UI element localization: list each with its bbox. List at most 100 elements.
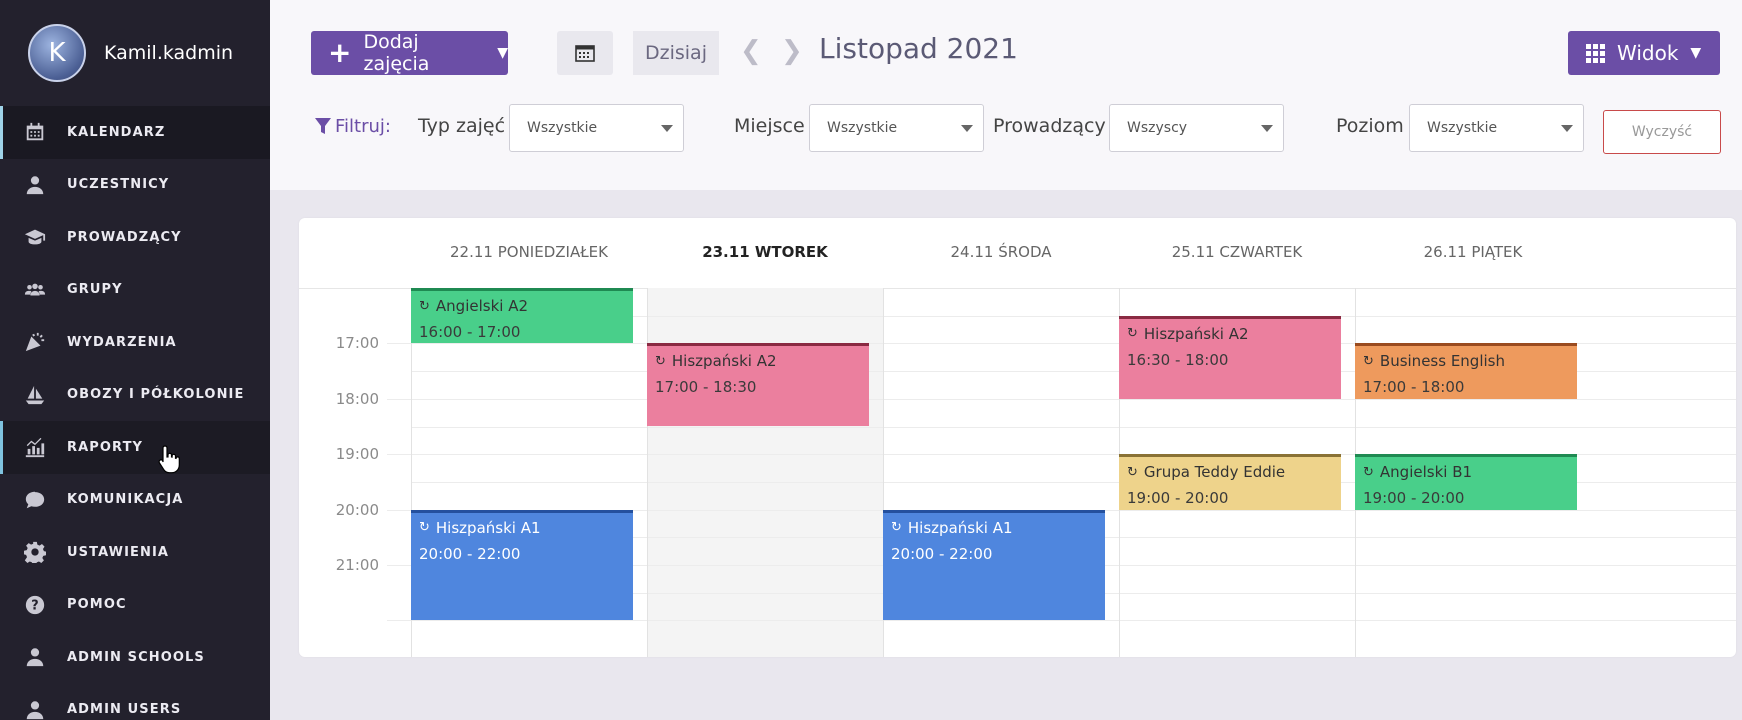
sidebar-item-ustawienia[interactable]: USTAWIENIA [0, 526, 270, 579]
event-time: 17:00 - 18:30 [655, 378, 757, 397]
sidebar-item-wydarzenia[interactable]: WYDARZENIA [0, 316, 270, 369]
user-profile[interactable]: K Kamil.kadmin [0, 0, 270, 106]
teacher-filter-value: Wszyscy [1127, 120, 1188, 136]
sidebar-item-label: RAPORTY [67, 439, 144, 455]
sidebar-item-label: WYDARZENIA [67, 334, 177, 350]
svg-text:?: ? [31, 598, 38, 613]
sidebar-item-kalendarz[interactable]: KALENDARZ [0, 106, 270, 159]
event-title: ↻ Hiszpański A1 [891, 519, 1097, 537]
event-block[interactable]: ↻ Business English 17:00 - 18:00 [1355, 343, 1577, 399]
event-block[interactable]: ↻ Hiszpański A1 20:00 - 22:00 [411, 509, 633, 621]
day-header: 24.11 ŚRODA [950, 243, 1052, 261]
day-header: 25.11 CZWARTEK [1171, 243, 1303, 261]
sidebar-item-label: OBOZY I PÓŁKOLONIE [67, 387, 245, 403]
sidebar-item-label: ADMIN USERS [67, 702, 182, 718]
sailboat-icon [24, 384, 46, 406]
event-title-text: Grupa Teddy Eddie [1143, 463, 1286, 482]
plus-icon: + [328, 36, 352, 69]
event-title: ↻ Business English [1363, 352, 1569, 370]
hour-label: 17:00 [335, 334, 379, 353]
grid-line [387, 398, 1736, 400]
sidebar-nav: KALENDARZ UCZESTNICY PROWADZĄCY GRUPY WY… [0, 106, 270, 720]
filter-label: Filtruj: [315, 116, 391, 137]
sidebar-item-admin-schools[interactable]: ADMIN SCHOOLS [0, 631, 270, 684]
calendar-icon [24, 121, 46, 143]
previous-arrow-icon[interactable]: ❮ [740, 36, 762, 66]
week-calendar: 22.11 PONIEDZIAŁEK 23.11 WTOREK 24.11 ŚROD… [299, 218, 1736, 657]
event-title: ↻ Angielski B1 [1363, 463, 1569, 481]
event-title: ↻ Grupa Teddy Eddie [1127, 463, 1333, 481]
user-icon [24, 699, 46, 720]
hour-label: 19:00 [335, 445, 379, 464]
event-time: 16:30 - 18:00 [1127, 350, 1229, 369]
repeat-icon: ↻ [1363, 464, 1374, 480]
teacher-filter-label: Prowadzący [993, 115, 1106, 137]
repeat-icon: ↻ [1127, 464, 1138, 480]
sidebar-item-komunikacja[interactable]: KOMUNIKACJA [0, 474, 270, 527]
sidebar-item-uczestnicy[interactable]: UCZESTNICY [0, 159, 270, 212]
event-block[interactable]: ↻ Grupa Teddy Eddie 19:00 - 20:00 [1119, 454, 1341, 510]
event-block[interactable]: ↻ Angielski B1 19:00 - 20:00 [1355, 454, 1577, 510]
sidebar-item-label: ADMIN SCHOOLS [67, 649, 205, 665]
teacher-filter-select[interactable]: Wszyscy [1109, 104, 1284, 152]
avatar[interactable]: K [28, 24, 86, 82]
sidebar-item-pomoc[interactable]: ? POMOC [0, 579, 270, 632]
event-time: 20:00 - 22:00 [891, 544, 993, 563]
user-icon [24, 174, 46, 196]
repeat-icon: ↻ [1127, 326, 1138, 342]
event-block[interactable]: ↻ Hiszpański A1 20:00 - 22:00 [883, 509, 1105, 621]
event-title-text: Angielski A2 [435, 297, 529, 315]
clear-filters-button[interactable]: Wyczyść [1603, 110, 1721, 154]
level-filter-value: Wszystkie [1427, 120, 1498, 136]
event-block[interactable]: ↻ Hiszpański A2 17:00 - 18:30 [647, 343, 869, 427]
view-label: Widok [1617, 41, 1679, 65]
sidebar-item-admin-users[interactable]: ADMIN USERS [0, 684, 270, 720]
sidebar-item-obozy[interactable]: OBOZY I PÓŁKOLONIE [0, 369, 270, 422]
hand-cursor-icon [158, 445, 180, 474]
sidebar-item-grupy[interactable]: GRUPY [0, 264, 270, 317]
month-title: Listopad 2021 [819, 32, 1018, 65]
event-time: 19:00 - 20:00 [1363, 489, 1465, 508]
repeat-icon: ↻ [1363, 353, 1374, 369]
date-picker-button[interactable] [557, 31, 613, 75]
hour-label: 18:00 [335, 389, 379, 408]
sidebar-item-label: UCZESTNICY [67, 177, 170, 193]
caret-down-icon [661, 125, 673, 132]
event-time: 17:00 - 18:00 [1363, 378, 1465, 397]
today-button[interactable]: Dzisiaj [633, 31, 719, 75]
event-title-text: Angielski B1 [1379, 463, 1473, 482]
calendar-icon [575, 45, 595, 62]
event-title-text: Hiszpański A1 [907, 518, 1013, 537]
add-class-button[interactable]: + Dodaj zajęcia ▼ [311, 31, 508, 75]
event-block[interactable]: ↻ Angielski A2 16:00 - 17:00 [411, 288, 633, 344]
sidebar-item-raporty[interactable]: RAPORTY [0, 421, 270, 474]
repeat-icon: ↻ [419, 520, 430, 536]
chevron-down-icon: ▼ [1690, 45, 1702, 61]
place-filter-label: Miejsce [734, 115, 805, 137]
view-button[interactable]: Widok ▼ [1568, 31, 1720, 75]
type-filter-value: Wszystkie [527, 120, 598, 136]
type-filter-select[interactable]: Wszystkie [509, 104, 684, 152]
day-header: 22.11 PONIEDZIAŁEK [450, 243, 608, 261]
event-time: 20:00 - 22:00 [419, 544, 521, 563]
caret-down-icon [961, 125, 973, 132]
next-arrow-icon[interactable]: ❯ [781, 36, 803, 66]
chevron-down-icon: ▼ [497, 45, 508, 61]
day-header: 23.11 WTOREK [702, 243, 828, 261]
type-filter-label: Typ zajęć [418, 115, 506, 137]
place-filter-value: Wszystkie [827, 120, 898, 136]
event-block[interactable]: ↻ Hiszpański A2 16:30 - 18:00 [1119, 315, 1341, 399]
sidebar-item-label: KOMUNIKACJA [67, 492, 184, 508]
event-title: ↻ Hiszpański A1 [419, 519, 625, 537]
level-filter-select[interactable]: Wszystkie [1409, 104, 1584, 152]
party-icon [24, 331, 46, 353]
grid-line [387, 620, 1736, 622]
repeat-icon: ↻ [891, 520, 902, 536]
grid-line [411, 426, 1736, 428]
event-title: ↻ Angielski A2 [419, 297, 625, 315]
username: Kamil.kadmin [104, 42, 234, 64]
sidebar-item-prowadzacy[interactable]: PROWADZĄCY [0, 211, 270, 264]
place-filter-select[interactable]: Wszystkie [809, 104, 984, 152]
event-time: 16:00 - 17:00 [419, 323, 521, 341]
level-filter-label: Poziom [1336, 115, 1404, 137]
